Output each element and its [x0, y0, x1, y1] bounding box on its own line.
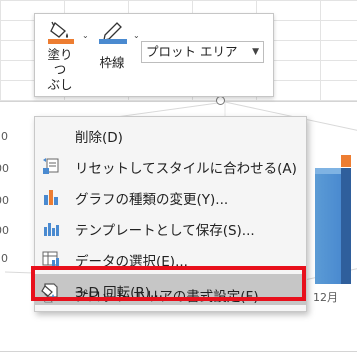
fill-label-line1: 塗りつ [47, 47, 73, 77]
pen-icon [99, 22, 127, 44]
chart-bar [315, 174, 341, 284]
menu-item-label: リセットしてスタイルに合わせる(A) [75, 161, 297, 177]
chart-bar-orange [341, 155, 351, 167]
fill-button[interactable]: 塗りつ ぶし [45, 20, 75, 92]
highlight-annotation-box [31, 266, 306, 301]
outline-label: 枠線 [99, 55, 125, 70]
menu-item-save-template[interactable]: テンプレートとして保存(S)... [35, 212, 306, 243]
y-tick-label: 00 [0, 162, 9, 175]
chevron-down-icon[interactable]: ⌄ [82, 31, 89, 40]
menu-item-change-chart-type[interactable]: グラフの種類の変更(Y)... [35, 181, 306, 212]
reset-style-icon [43, 158, 59, 174]
fill-label-line2: ぶし [47, 77, 73, 92]
paint-bucket-icon [48, 21, 74, 44]
chevron-down-icon[interactable]: ⌄ [133, 31, 140, 40]
mini-toolbar: 塗りつ ぶし ⌄ 枠線 ⌄ プロット エリア ▼ [34, 13, 274, 97]
chart-bar-side [341, 168, 351, 284]
y-tick-label: 00 [0, 194, 9, 207]
menu-item-reset-style[interactable]: リセットしてスタイルに合わせる(A) [35, 150, 306, 181]
x-axis-label: 12月 [313, 291, 338, 304]
chart-selection-handle[interactable] [216, 96, 225, 105]
outline-button[interactable]: 枠線 [95, 20, 129, 70]
chart-type-icon [44, 190, 58, 205]
y-tick-label: 0 [1, 252, 8, 265]
y-tick-label: 00 [0, 224, 9, 237]
menu-item-label: 削除(D) [75, 130, 123, 146]
menu-item-delete[interactable]: 削除(D) [35, 119, 306, 150]
chart-element-select[interactable]: プロット エリア ▼ [141, 41, 264, 63]
save-template-icon [44, 223, 59, 236]
y-tick-label: 0 [1, 130, 8, 143]
dropdown-arrow-icon[interactable]: ▼ [252, 42, 259, 62]
chart-element-select-value: プロット エリア [146, 44, 238, 59]
menu-item-label: テンプレートとして保存(S)... [75, 223, 255, 239]
menu-item-label: グラフの種類の変更(Y)... [75, 192, 229, 208]
